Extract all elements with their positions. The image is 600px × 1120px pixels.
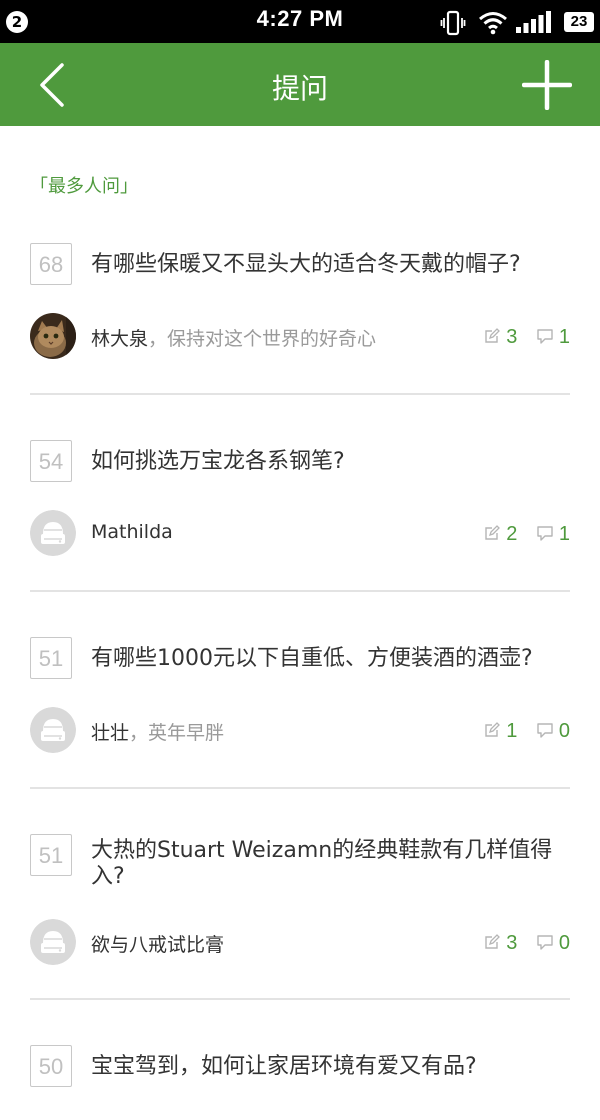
avatar[interactable] [30, 919, 76, 965]
author-line: 欲与八戒试比膏 [91, 930, 224, 957]
follow-count-badge: 54 [30, 440, 72, 482]
question-header: 68 有哪些保暖又不显头大的适合冬天戴的帽子? [30, 222, 570, 285]
signal-icon [516, 11, 551, 33]
comment-icon [537, 526, 553, 541]
author-line: Mathilda [91, 521, 173, 543]
question-stats: 2 1 [478, 523, 570, 546]
default-avatar-icon [30, 510, 76, 556]
answers-count: 1 [506, 720, 518, 742]
question-meta: 林大泉，保持对这个世界的好奇心 3 1 [30, 306, 570, 366]
avatar[interactable] [30, 510, 76, 556]
cat-avatar-icon [30, 313, 76, 359]
edit-icon [485, 525, 501, 540]
question-meta: 欲与八戒试比膏 3 0 [30, 912, 570, 972]
author-name[interactable]: 林大泉 [91, 328, 148, 350]
answers-stat: 1 [484, 720, 517, 743]
author-separator: ， [129, 722, 149, 744]
question-header: 50 宝宝驾到，如何让家居环境有爱又有品? [30, 1000, 570, 1087]
comments-count: 0 [558, 720, 570, 742]
question-title[interactable]: 大热的Stuart Weizamn的经典鞋款有几样值得入? [91, 789, 570, 890]
edit-icon [485, 934, 501, 949]
comments-stat: 0 [537, 932, 570, 955]
comment-icon [537, 723, 553, 738]
question-title[interactable]: 有哪些1000元以下自重低、方便装酒的酒壶? [91, 592, 570, 672]
answers-stat: 3 [484, 932, 517, 955]
question-header: 51 大热的Stuart Weizamn的经典鞋款有几样值得入? [30, 789, 570, 890]
edit-icon [485, 722, 501, 737]
comments-count: 0 [558, 932, 570, 954]
follow-count-badge: 51 [30, 637, 72, 679]
question-item[interactable]: 50 宝宝驾到，如何让家居环境有爱又有品? [30, 1000, 570, 1120]
author-name[interactable]: 欲与八戒试比膏 [91, 934, 224, 956]
question-list: 68 有哪些保暖又不显头大的适合冬天戴的帽子? 林大泉，保持对这个世界的好奇心 … [30, 222, 570, 1120]
app-header: 提问 [0, 43, 600, 126]
comment-icon [537, 935, 553, 950]
status-bar: 2 4:27 PM 23 [0, 0, 600, 43]
wifi-icon [479, 12, 507, 35]
author-separator: ， [148, 328, 168, 350]
question-meta: 壮壮，英年早胖 1 0 [30, 700, 570, 760]
avatar[interactable] [30, 313, 76, 359]
page-title: 提问 [271, 72, 328, 105]
author-name[interactable]: Mathilda [91, 521, 173, 543]
question-title[interactable]: 宝宝驾到，如何让家居环境有爱又有品? [91, 1000, 570, 1080]
question-stats: 1 0 [478, 720, 570, 743]
question-item[interactable]: 51 有哪些1000元以下自重低、方便装酒的酒壶? 壮壮，英年早胖 1 0 [30, 592, 570, 789]
author-line: 林大泉，保持对这个世界的好奇心 [91, 324, 376, 351]
follow-count-badge: 51 [30, 834, 72, 876]
comments-stat: 1 [537, 326, 570, 349]
avatar[interactable] [30, 707, 76, 753]
comments-count: 1 [558, 523, 570, 545]
default-avatar-icon [30, 919, 76, 965]
default-avatar-icon [30, 707, 76, 753]
section-label: 「最多人问」 [30, 176, 138, 197]
answers-count: 3 [506, 932, 518, 954]
comments-stat: 0 [537, 720, 570, 743]
edit-icon [485, 328, 501, 343]
question-item[interactable]: 54 如何挑选万宝龙各系钢笔? Mathilda 2 1 [30, 395, 570, 592]
author-bio: 英年早胖 [148, 722, 225, 744]
status-icons: 23 [424, 8, 594, 36]
question-stats: 3 1 [478, 326, 570, 349]
comments-stat: 1 [537, 523, 570, 546]
question-item[interactable]: 68 有哪些保暖又不显头大的适合冬天戴的帽子? 林大泉，保持对这个世界的好奇心 … [30, 222, 570, 395]
follow-count-badge: 68 [30, 243, 72, 285]
comments-count: 1 [558, 326, 570, 348]
question-meta: Mathilda 2 1 [30, 503, 570, 563]
answers-count: 3 [506, 326, 518, 348]
question-header: 54 如何挑选万宝龙各系钢笔? [30, 395, 570, 482]
question-header: 51 有哪些1000元以下自重低、方便装酒的酒壶? [30, 592, 570, 679]
question-stats: 3 0 [478, 932, 570, 955]
question-title[interactable]: 如何挑选万宝龙各系钢笔? [91, 395, 570, 475]
plus-icon[interactable] [522, 60, 572, 110]
author-bio: 保持对这个世界的好奇心 [167, 328, 377, 350]
answers-stat: 3 [484, 326, 517, 349]
comment-icon [537, 329, 553, 344]
battery-indicator: 23 [564, 12, 594, 32]
answers-stat: 2 [484, 523, 517, 546]
answers-count: 2 [506, 523, 518, 545]
vibrate-icon [440, 10, 466, 36]
question-title[interactable]: 有哪些保暖又不显头大的适合冬天戴的帽子? [91, 222, 570, 278]
author-name[interactable]: 壮壮 [91, 722, 129, 744]
follow-count-badge: 50 [30, 1045, 72, 1087]
question-item[interactable]: 51 大热的Stuart Weizamn的经典鞋款有几样值得入? 欲与八戒试比膏 [30, 789, 570, 1000]
author-line: 壮壮，英年早胖 [91, 718, 224, 745]
